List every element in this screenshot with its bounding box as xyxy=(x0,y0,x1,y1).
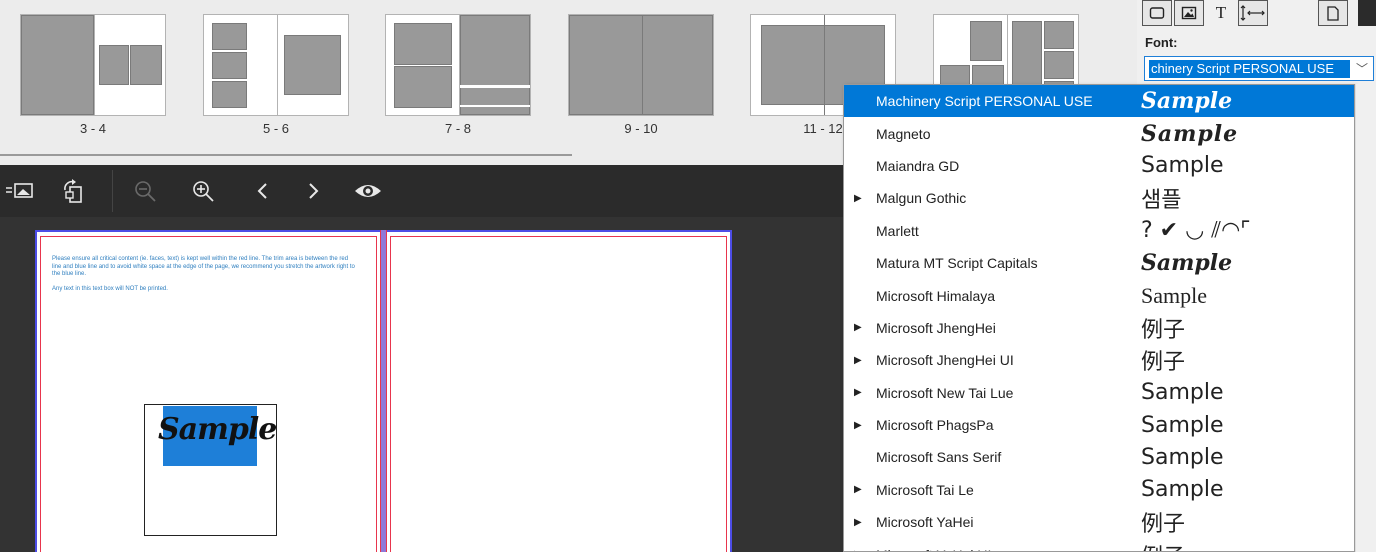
font-option[interactable]: Magneto Sample xyxy=(844,117,1354,149)
rotate-page-icon[interactable] xyxy=(56,172,90,210)
font-option-sample: Sample xyxy=(1141,412,1224,438)
submenu-arrow-icon[interactable]: ▶ xyxy=(854,193,862,204)
font-select-value: chinery Script PERSONAL USE xyxy=(1149,60,1350,78)
instruction-line: Any text in this text box will NOT be pr… xyxy=(52,285,168,292)
font-option-sample: 例子 xyxy=(1141,512,1186,538)
spread-label: 5 - 6 xyxy=(262,121,289,136)
safe-area-line xyxy=(390,236,727,552)
font-dropdown-list[interactable]: Machinery Script PERSONAL USE Sample Magne… xyxy=(843,84,1355,552)
font-option[interactable]: ▶ Microsoft JhengHei UI 例子 xyxy=(844,344,1354,376)
font-option-sample: ? ✔ ◡ ⫽◠⌜ xyxy=(1141,218,1251,244)
dropdown-scrollbar[interactable] xyxy=(1355,84,1376,552)
font-option-sample: 例子 xyxy=(1141,539,1185,551)
font-option[interactable]: Matura MT Script Capitals Sample xyxy=(844,247,1354,279)
font-option[interactable]: ▶ Microsoft Tai Le Sample xyxy=(844,474,1354,506)
font-option-name: Microsoft YaHei xyxy=(876,514,974,531)
font-select[interactable]: chinery Script PERSONAL USE ﹀ xyxy=(1144,56,1374,81)
font-option-name: Microsoft Sans Serif xyxy=(876,449,1002,466)
font-option-name: Machinery Script PERSONAL USE xyxy=(876,93,1093,110)
instruction-line: Please ensure all critical content (ie. … xyxy=(52,256,355,277)
spacing-tab-icon[interactable] xyxy=(1238,0,1268,26)
font-option-sample: Sample xyxy=(1141,88,1233,115)
font-option-name: Microsoft JhengHei UI xyxy=(876,352,1014,369)
font-option[interactable]: ▶Microsoft YaHei UI例子 xyxy=(844,538,1354,551)
strip-scroll-indicator[interactable] xyxy=(0,154,572,156)
photo-list-icon[interactable] xyxy=(2,172,36,210)
font-option[interactable]: Microsoft Himalaya Sample xyxy=(844,279,1354,311)
font-option-sample: Sample xyxy=(1141,250,1233,277)
font-option-sample: Sample xyxy=(1141,380,1224,406)
spread-thumbnail-9-10[interactable] xyxy=(568,14,714,116)
spread-label: 9 - 10 xyxy=(624,121,658,136)
font-option[interactable]: ▶ Microsoft New Tai Lue Sample xyxy=(844,377,1354,409)
font-option-name: Maiandra GD xyxy=(876,157,960,174)
next-page-icon[interactable] xyxy=(296,172,330,210)
font-option-sample: Sample xyxy=(1141,477,1224,503)
right-page[interactable] xyxy=(385,230,732,552)
font-option-name: Microsoft Himalaya xyxy=(876,287,996,304)
font-option-name: Microsoft JhengHei xyxy=(876,319,996,336)
font-option-name: Microsoft Tai Le xyxy=(876,481,974,498)
font-option[interactable]: Maiandra GD Sample xyxy=(844,150,1354,182)
font-option-sample: 例子 xyxy=(1141,317,1186,343)
editor-toolbar xyxy=(0,165,845,217)
font-option-name: Marlett xyxy=(876,222,919,239)
submenu-arrow-icon[interactable]: ▶ xyxy=(854,420,862,431)
spread-thumbnail-5-6[interactable] xyxy=(203,14,349,116)
font-option-sample: 例子 xyxy=(1141,350,1186,376)
frame-tab-icon[interactable] xyxy=(1142,0,1172,26)
font-option-sample: Sample xyxy=(1141,153,1224,179)
spread-thumbnail-3-4[interactable] xyxy=(20,14,166,116)
chevron-down-icon[interactable]: ﹀ xyxy=(1356,60,1368,77)
page-instruction-text[interactable]: Please ensure all critical content (ie. … xyxy=(52,256,357,293)
toolbar-separator xyxy=(112,170,113,212)
previous-page-icon[interactable] xyxy=(246,172,280,210)
font-option-sample: Sample xyxy=(1141,282,1207,308)
font-option[interactable]: ▶ Malgun Gothic 샘플 xyxy=(844,182,1354,214)
zoom-in-icon[interactable] xyxy=(186,172,220,210)
submenu-arrow-icon[interactable]: ▶ xyxy=(854,387,862,398)
font-option[interactable]: Marlett ? ✔ ◡ ⫽◠⌜ xyxy=(844,215,1354,247)
panel-corner xyxy=(1358,0,1376,26)
spread-thumbnail-7-8[interactable] xyxy=(385,14,531,116)
font-option[interactable]: Microsoft Sans Serif Sample xyxy=(844,441,1354,473)
image-tab-icon[interactable] xyxy=(1174,0,1204,26)
spread-label: 3 - 4 xyxy=(79,121,106,136)
font-option[interactable]: Machinery Script PERSONAL USE Sample xyxy=(844,85,1354,118)
font-option-name: Microsoft PhagsPa xyxy=(876,417,994,434)
preview-eye-icon[interactable] xyxy=(350,172,386,210)
font-option-sample: Sample xyxy=(1141,444,1224,470)
font-option-name: Matura MT Script Capitals xyxy=(876,255,1038,272)
font-option-sample: 샘플 xyxy=(1141,188,1182,214)
text-tab[interactable]: T xyxy=(1206,0,1236,26)
submenu-arrow-icon[interactable]: ▶ xyxy=(854,322,862,333)
spread-label: 7 - 8 xyxy=(444,121,471,136)
font-option[interactable]: ▶ Microsoft PhagsPa Sample xyxy=(844,409,1354,441)
font-option-name: Malgun Gothic xyxy=(876,190,967,207)
zoom-out-icon[interactable] xyxy=(128,172,162,210)
font-option-sample: Sample xyxy=(1141,120,1239,147)
font-option-name: Magneto xyxy=(876,125,931,142)
font-option-name: Microsoft YaHei UI xyxy=(876,547,991,551)
font-option[interactable]: ▶ Microsoft JhengHei 例子 xyxy=(844,312,1354,344)
sample-text[interactable]: Sample xyxy=(158,412,277,447)
font-option[interactable]: ▶ Microsoft YaHei 例子 xyxy=(844,506,1354,538)
submenu-arrow-icon[interactable]: ▶ xyxy=(854,355,862,366)
spine-gutter xyxy=(380,230,387,552)
submenu-arrow-icon[interactable]: ▶ xyxy=(854,484,862,495)
font-option-name: Microsoft New Tai Lue xyxy=(876,384,1014,401)
font-label: Font: xyxy=(1145,35,1178,50)
page-tab-icon[interactable] xyxy=(1318,0,1348,26)
submenu-arrow-icon[interactable]: ▶ xyxy=(854,517,862,528)
